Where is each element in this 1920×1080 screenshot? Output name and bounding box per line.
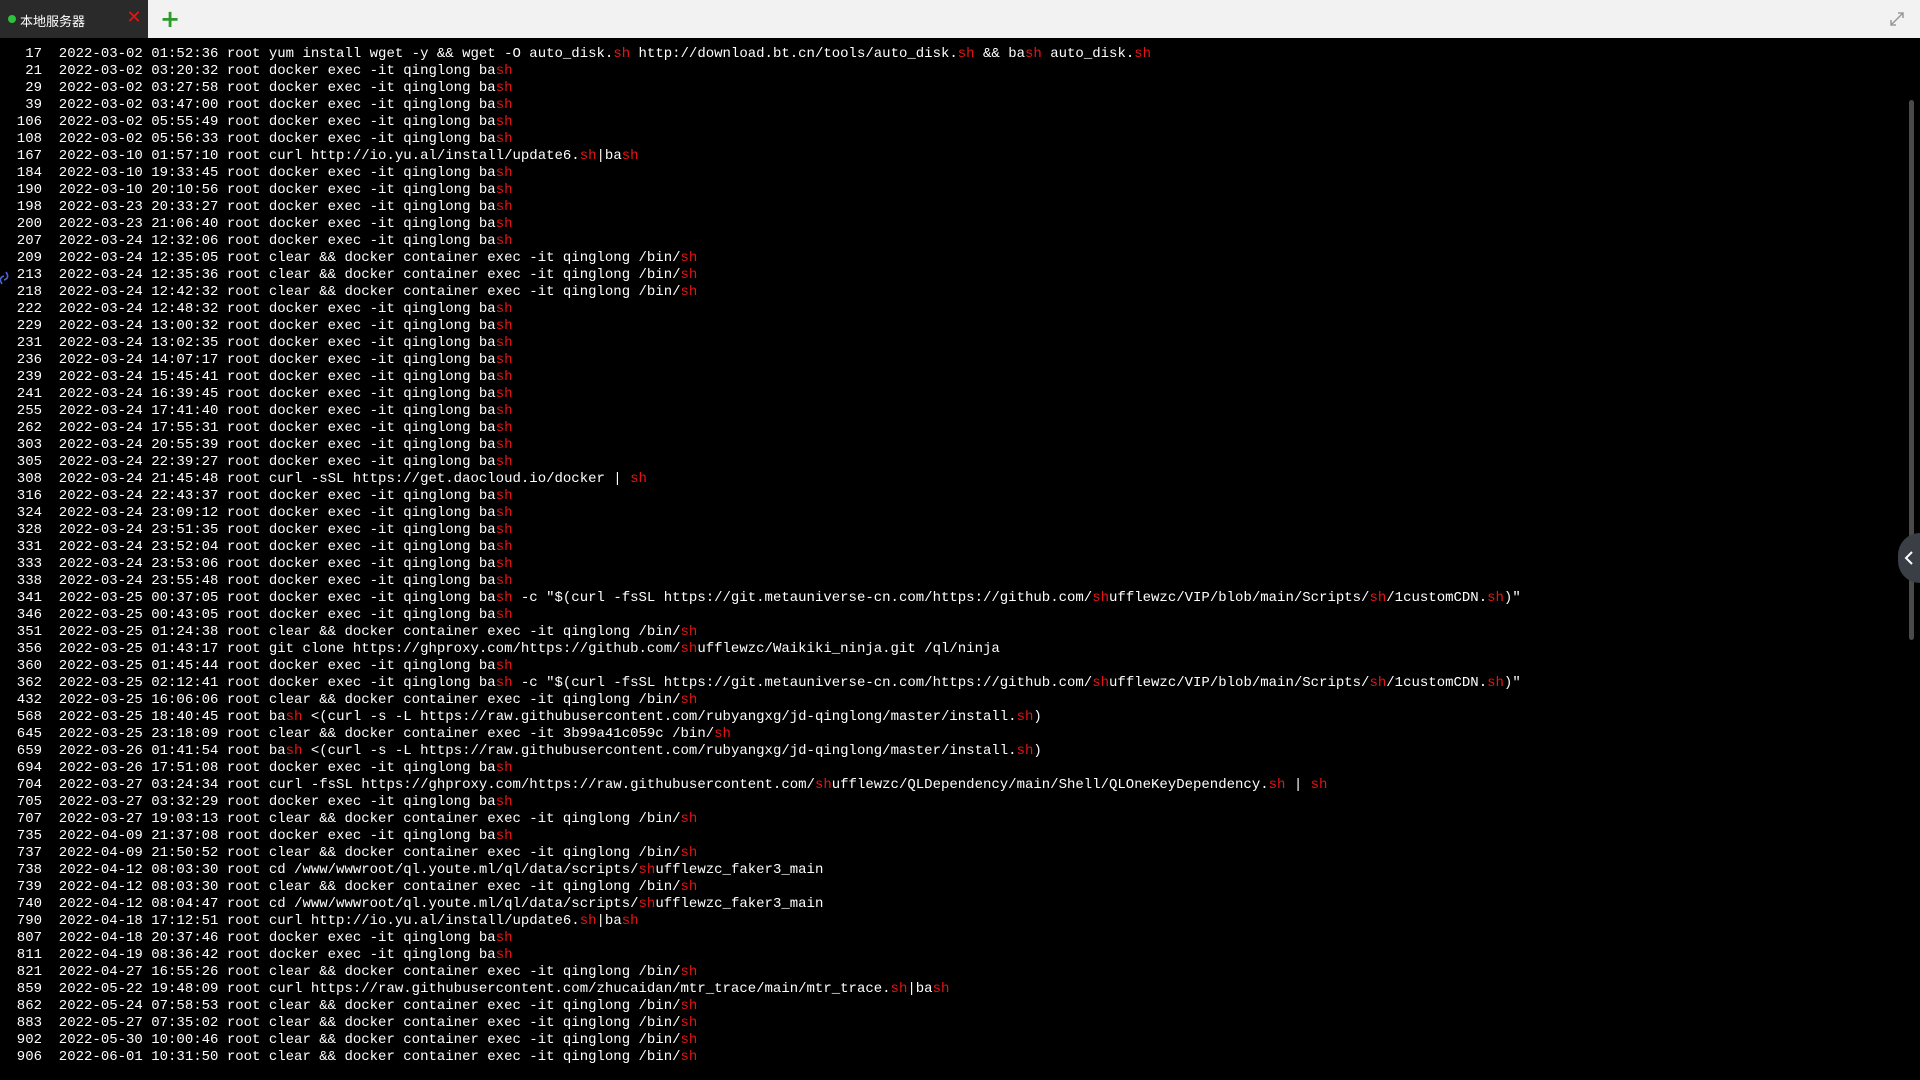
history-line: 218 2022-03-24 12:42:32 root clear && do… [0, 284, 698, 300]
history-line: 356 2022-03-25 01:43:17 root git clone h… [0, 641, 1000, 657]
add-tab-button[interactable]: + [158, 6, 182, 32]
history-line: 239 2022-03-24 15:45:41 root docker exec… [0, 369, 513, 385]
history-line: 17 2022-03-02 01:52:36 root yum install … [0, 46, 1152, 62]
history-line: 821 2022-04-27 16:55:26 root clear && do… [0, 964, 698, 980]
history-line: 231 2022-03-24 13:02:35 root docker exec… [0, 335, 513, 351]
history-line: 229 2022-03-24 13:00:32 root docker exec… [0, 318, 513, 334]
history-line: 694 2022-03-26 17:51:08 root docker exec… [0, 760, 513, 776]
chevron-left-icon [1904, 551, 1913, 565]
history-line: 735 2022-04-09 21:37:08 root docker exec… [0, 828, 513, 844]
history-line: 737 2022-04-09 21:50:52 root clear && do… [0, 845, 698, 861]
history-line: 108 2022-03-02 05:56:33 root docker exec… [0, 131, 513, 147]
connection-status-icon [8, 15, 16, 23]
history-line: 705 2022-03-27 03:32:29 root docker exec… [0, 794, 513, 810]
history-line: 568 2022-03-25 18:40:45 root bash <(curl… [0, 709, 1042, 725]
history-line: 241 2022-03-24 16:39:45 root docker exec… [0, 386, 513, 402]
history-line: 432 2022-03-25 16:06:06 root clear && do… [0, 692, 698, 708]
history-line: 190 2022-03-10 20:10:56 root docker exec… [0, 182, 513, 198]
history-line: 859 2022-05-22 19:48:09 root curl https:… [0, 981, 950, 997]
history-line: 213 2022-03-24 12:35:36 root clear && do… [0, 267, 698, 283]
history-line: 207 2022-03-24 12:32:06 root docker exec… [0, 233, 513, 249]
history-line: 740 2022-04-12 08:04:47 root cd /www/www… [0, 896, 824, 912]
history-line: 167 2022-03-10 01:57:10 root curl http:/… [0, 148, 639, 164]
history-line: 308 2022-03-24 21:45:48 root curl -sSL h… [0, 471, 647, 487]
history-line: 883 2022-05-27 07:35:02 root clear && do… [0, 1015, 698, 1031]
history-line: 328 2022-03-24 23:51:35 root docker exec… [0, 522, 513, 538]
history-line: 316 2022-03-24 22:43:37 root docker exec… [0, 488, 513, 504]
history-line: 198 2022-03-23 20:33:27 root docker exec… [0, 199, 513, 215]
terminal-output[interactable]: 17 2022-03-02 01:52:36 root yum install … [0, 38, 1905, 1080]
history-line: 707 2022-03-27 19:03:13 root clear && do… [0, 811, 698, 827]
history-line: 360 2022-03-25 01:45:44 root docker exec… [0, 658, 513, 674]
history-list: 17 2022-03-02 01:52:36 root yum install … [0, 46, 1521, 1066]
close-icon[interactable]: ✕ [124, 7, 144, 29]
history-line: 811 2022-04-19 08:36:42 root docker exec… [0, 947, 513, 963]
history-line: 659 2022-03-26 01:41:54 root bash <(curl… [0, 743, 1042, 759]
history-line: 184 2022-03-10 19:33:45 root docker exec… [0, 165, 513, 181]
history-line: 305 2022-03-24 22:39:27 root docker exec… [0, 454, 513, 470]
tab-label: 本地服务器 [20, 15, 86, 30]
history-line: 346 2022-03-25 00:43:05 root docker exec… [0, 607, 513, 623]
history-line: 236 2022-03-24 14:07:17 root docker exec… [0, 352, 513, 368]
history-line: 807 2022-04-18 20:37:46 root docker exec… [0, 930, 513, 946]
history-line: 645 2022-03-25 23:18:09 root clear && do… [0, 726, 731, 742]
history-line: 341 2022-03-25 00:37:05 root docker exec… [0, 590, 1521, 606]
history-line: 222 2022-03-24 12:48:32 root docker exec… [0, 301, 513, 317]
history-line: 902 2022-05-30 10:00:46 root clear && do… [0, 1032, 698, 1048]
history-line: 738 2022-04-12 08:03:30 root cd /www/www… [0, 862, 824, 878]
history-line: 739 2022-04-12 08:03:30 root clear && do… [0, 879, 698, 895]
history-line: 790 2022-04-18 17:12:51 root curl http:/… [0, 913, 639, 929]
tab-local-server[interactable]: 本地服务器 ✕ [0, 0, 148, 38]
history-line: 331 2022-03-24 23:52:04 root docker exec… [0, 539, 513, 555]
history-line: 862 2022-05-24 07:58:53 root clear && do… [0, 998, 698, 1014]
history-line: 29 2022-03-02 03:27:58 root docker exec … [0, 80, 513, 96]
history-line: 21 2022-03-02 03:20:32 root docker exec … [0, 63, 513, 79]
history-line: 324 2022-03-24 23:09:12 root docker exec… [0, 505, 513, 521]
history-line: 262 2022-03-24 17:55:31 root docker exec… [0, 420, 513, 436]
history-line: 704 2022-03-27 03:24:34 root curl -fsSL … [0, 777, 1328, 793]
history-line: 39 2022-03-02 03:47:00 root docker exec … [0, 97, 513, 113]
history-line: 255 2022-03-24 17:41:40 root docker exec… [0, 403, 513, 419]
history-line: 106 2022-03-02 05:55:49 root docker exec… [0, 114, 513, 130]
expand-icon[interactable] [1888, 10, 1906, 28]
history-line: 209 2022-03-24 12:35:05 root clear && do… [0, 250, 698, 266]
history-line: 200 2022-03-23 21:06:40 root docker exec… [0, 216, 513, 232]
link-icon [0, 271, 9, 285]
tab-bar: 本地服务器 ✕ + [0, 0, 1920, 39]
history-line: 351 2022-03-25 01:24:38 root clear && do… [0, 624, 698, 640]
history-line: 906 2022-06-01 10:31:50 root clear && do… [0, 1049, 698, 1065]
history-line: 338 2022-03-24 23:55:48 root docker exec… [0, 573, 513, 589]
history-line: 333 2022-03-24 23:53:06 root docker exec… [0, 556, 513, 572]
history-line: 362 2022-03-25 02:12:41 root docker exec… [0, 675, 1521, 691]
history-line: 303 2022-03-24 20:55:39 root docker exec… [0, 437, 513, 453]
